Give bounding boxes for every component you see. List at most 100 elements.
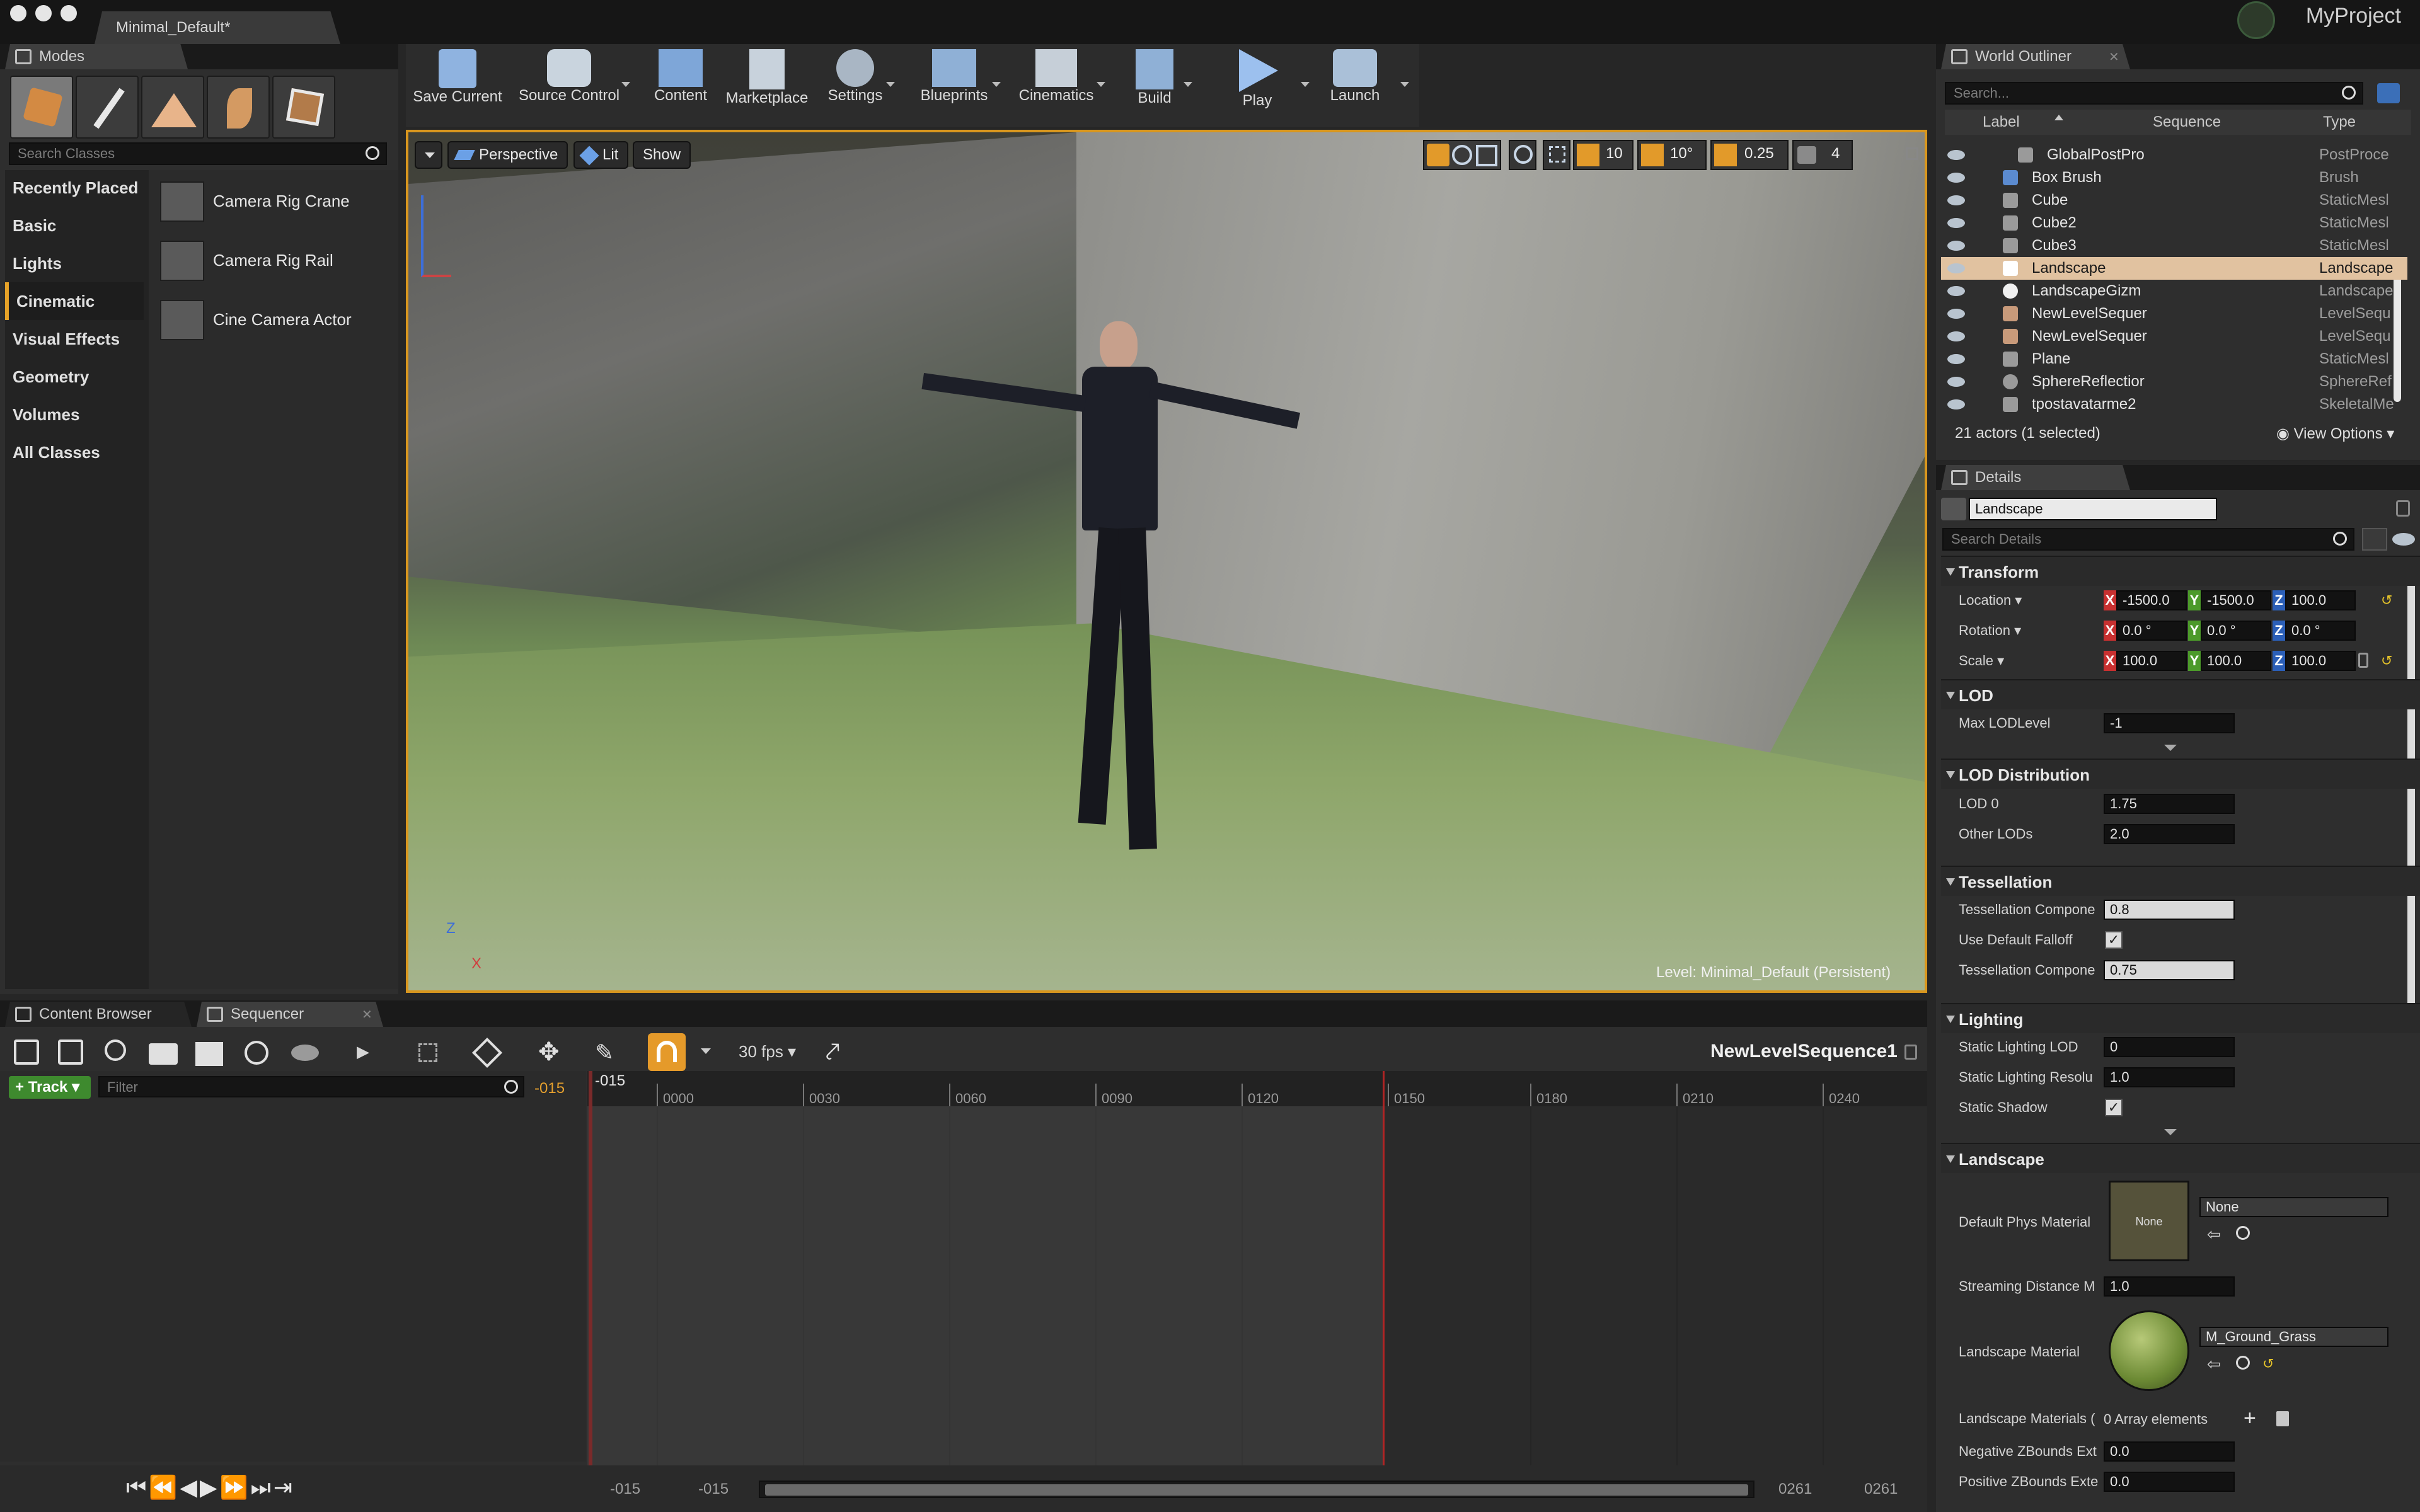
visibility-eye-icon[interactable] bbox=[1947, 331, 1965, 341]
render-movie-icon[interactable] bbox=[195, 1042, 223, 1066]
phys-material-dropdown[interactable]: None bbox=[2199, 1197, 2388, 1217]
location-x-input[interactable]: -1500.0 bbox=[2116, 590, 2187, 610]
browse-asset-icon[interactable] bbox=[2236, 1356, 2250, 1370]
jump-to-start-icon[interactable]: ⏮ bbox=[126, 1474, 149, 1500]
range-end[interactable]: 0261 bbox=[1864, 1480, 1898, 1498]
rotate-tool-icon[interactable] bbox=[1452, 145, 1472, 165]
location-z-input[interactable]: 100.0 bbox=[2285, 590, 2356, 610]
outliner-row[interactable]: Box Brush Brush bbox=[1941, 166, 2407, 189]
world-local-toggle[interactable] bbox=[1509, 140, 1536, 170]
tab-modes[interactable]: Modes bbox=[5, 44, 188, 69]
settings-button[interactable]: Settings bbox=[821, 49, 890, 125]
rotation-x-input[interactable]: 0.0 ° bbox=[2116, 621, 2187, 641]
transform-keys-icon[interactable]: ✥ bbox=[538, 1040, 563, 1065]
settings-dropdown[interactable] bbox=[886, 82, 895, 87]
lock-icon[interactable] bbox=[2396, 500, 2410, 517]
blueprints-button[interactable]: Blueprints bbox=[910, 49, 998, 125]
category-basic[interactable]: Basic bbox=[13, 207, 56, 244]
maximize-window-button[interactable] bbox=[60, 5, 77, 21]
location-y-input[interactable]: -1500.0 bbox=[2201, 590, 2271, 610]
lod0-input[interactable]: 1.75 bbox=[2104, 794, 2235, 814]
place-item-camera-rig-crane[interactable]: Camera Rig Crane bbox=[160, 176, 393, 227]
eye-icon[interactable] bbox=[291, 1045, 319, 1061]
view-range-start[interactable]: -015 bbox=[698, 1480, 729, 1498]
end-range-marker[interactable] bbox=[1383, 1071, 1385, 1465]
content-button[interactable]: Content bbox=[649, 49, 712, 125]
tab-world-outliner[interactable]: World Outliner bbox=[1941, 44, 2130, 69]
section-landscape[interactable]: Landscape bbox=[1941, 1143, 2420, 1173]
rotation-label[interactable]: Rotation ▾ bbox=[1959, 618, 2101, 643]
other-lods-input[interactable]: 2.0 bbox=[2104, 824, 2235, 844]
scale-snap-control[interactable]: 0.25 bbox=[1710, 140, 1789, 170]
level-document-tab[interactable]: Minimal_Default* bbox=[95, 11, 340, 44]
section-transform[interactable]: Transform bbox=[1941, 556, 2420, 586]
scale-z-input[interactable]: 100.0 bbox=[2285, 651, 2356, 671]
jump-to-end-icon[interactable]: ⏭ bbox=[250, 1474, 273, 1500]
outliner-row[interactable]: Cube StaticMesl bbox=[1941, 189, 2407, 212]
geometry-mode-button[interactable] bbox=[272, 76, 335, 139]
add-actor-icon[interactable] bbox=[2377, 83, 2400, 103]
blueprints-dropdown[interactable] bbox=[992, 82, 1001, 87]
section-lod[interactable]: LOD bbox=[1941, 679, 2420, 709]
camera-icon[interactable] bbox=[149, 1043, 178, 1065]
category-lights[interactable]: Lights bbox=[13, 244, 62, 282]
visibility-eye-icon[interactable] bbox=[1947, 173, 1965, 183]
maximize-viewport-icon[interactable] bbox=[1906, 147, 1918, 160]
section-lighting[interactable]: Lighting bbox=[1941, 1003, 2420, 1033]
loop-icon[interactable]: ⇥ bbox=[274, 1474, 295, 1500]
tessellation-component-slider[interactable]: 0.8 bbox=[2104, 900, 2235, 920]
outliner-row[interactable]: tpostavatarme2 SkeletalMe bbox=[1941, 393, 2407, 416]
scale-y-input[interactable]: 100.0 bbox=[2201, 651, 2271, 671]
tessellation-component-slider[interactable]: 0.75 bbox=[2104, 960, 2235, 980]
visibility-eye-icon[interactable] bbox=[1947, 286, 1965, 296]
play-dropdown[interactable] bbox=[1301, 82, 1310, 87]
use-selected-asset-icon[interactable]: ⇦ bbox=[2207, 1225, 2221, 1244]
category-all-classes[interactable]: All Classes bbox=[13, 433, 100, 471]
place-mode-button[interactable] bbox=[10, 76, 73, 139]
reset-to-default-icon[interactable]: ↺ bbox=[2262, 1356, 2274, 1372]
max-lod-input[interactable]: -1 bbox=[2104, 713, 2235, 733]
category-volumes[interactable]: Volumes bbox=[13, 396, 79, 433]
use-selected-asset-icon[interactable]: ⇦ bbox=[2207, 1354, 2221, 1374]
add-element-icon[interactable]: + bbox=[2244, 1406, 2256, 1431]
section-lod-distribution[interactable]: LOD Distribution bbox=[1941, 759, 2420, 789]
static-lighting-resolution-input[interactable]: 1.0 bbox=[2104, 1067, 2235, 1087]
outliner-row[interactable]: Cube3 StaticMesl bbox=[1941, 234, 2407, 257]
visibility-eye-icon[interactable] bbox=[1947, 377, 1965, 387]
selection-icon[interactable] bbox=[418, 1043, 437, 1062]
camera-speed-control[interactable]: 4 bbox=[1792, 140, 1853, 170]
details-search-input[interactable]: Search Details bbox=[1942, 528, 2354, 551]
reset-to-default-icon[interactable]: ↺ bbox=[2381, 653, 2392, 669]
static-shadow-checkbox[interactable]: ✓ bbox=[2105, 1099, 2123, 1116]
grid-snap-control[interactable]: 10 bbox=[1573, 140, 1634, 170]
view-options-button[interactable]: ◉ View Options ▾ bbox=[2276, 425, 2394, 443]
launch-button[interactable]: Launch bbox=[1317, 49, 1393, 125]
place-item-cine-camera-actor[interactable]: Cine Camera Actor bbox=[160, 295, 393, 345]
eye-icon[interactable] bbox=[2392, 533, 2415, 546]
visibility-eye-icon[interactable] bbox=[1947, 263, 1965, 273]
category-cinematic[interactable]: Cinematic bbox=[5, 282, 144, 320]
timeline-scrollbar[interactable] bbox=[759, 1480, 1754, 1498]
static-lighting-lod-input[interactable]: 0 bbox=[2104, 1037, 2235, 1057]
expand-advanced-icon[interactable] bbox=[2164, 745, 2177, 751]
character-mannequin[interactable] bbox=[921, 321, 1301, 907]
scale-label[interactable]: Scale ▾ bbox=[1959, 648, 2101, 673]
outliner-row[interactable]: Plane StaticMesl bbox=[1941, 348, 2407, 370]
visibility-eye-icon[interactable] bbox=[1947, 241, 1965, 251]
negative-zbounds-input[interactable]: 0.0 bbox=[2104, 1441, 2235, 1462]
outliner-row[interactable]: NewLevelSequer LevelSequ bbox=[1941, 302, 2407, 325]
show-button[interactable]: Show bbox=[633, 141, 691, 169]
play-button[interactable]: Play bbox=[1223, 49, 1292, 125]
save-current-button[interactable]: Save Current bbox=[412, 49, 503, 125]
snapping-dropdown[interactable] bbox=[701, 1048, 711, 1054]
outliner-row-selected[interactable]: Landscape Landscape bbox=[1941, 257, 2407, 280]
translate-tool-icon[interactable] bbox=[1427, 144, 1449, 166]
snapping-toggle[interactable] bbox=[648, 1033, 686, 1071]
save-sequence-icon[interactable] bbox=[14, 1040, 39, 1065]
launch-dropdown[interactable] bbox=[1400, 82, 1409, 87]
trash-icon[interactable] bbox=[2276, 1411, 2289, 1426]
landscape-material-dropdown[interactable]: M_Ground_Grass bbox=[2199, 1327, 2388, 1347]
visibility-eye-icon[interactable] bbox=[1947, 150, 1965, 160]
outliner-row[interactable]: LandscapeGizm Landscape bbox=[1941, 280, 2407, 302]
scale-x-input[interactable]: 100.0 bbox=[2116, 651, 2187, 671]
